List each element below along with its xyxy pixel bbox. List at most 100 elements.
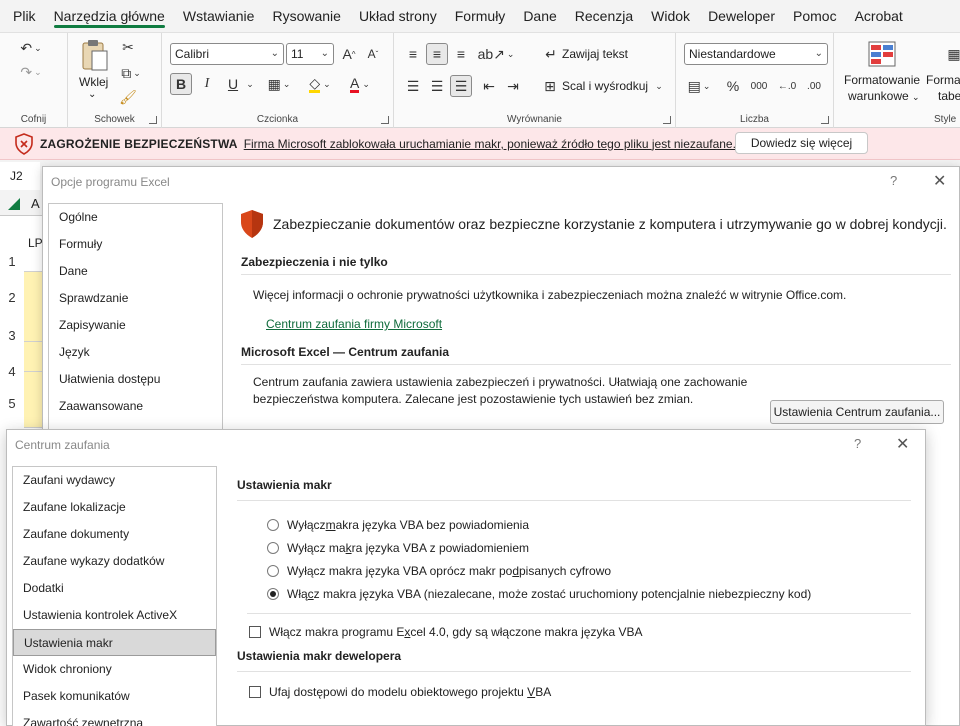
- underline-button[interactable]: U: [222, 73, 244, 95]
- alignment-launcher-icon[interactable]: [663, 116, 671, 124]
- increase-indent-icon[interactable]: ⇥: [502, 75, 524, 97]
- learn-more-button[interactable]: Dowiedz się więcej: [735, 132, 868, 154]
- wrap-text-label[interactable]: Zawijaj tekst: [562, 47, 628, 61]
- menu-tab-7[interactable]: Recenzja: [566, 0, 642, 32]
- trust-nav-item[interactable]: Dodatki: [13, 575, 216, 602]
- menu-tab-11[interactable]: Acrobat: [846, 0, 912, 32]
- conditional-formatting-icon[interactable]: [866, 39, 898, 69]
- column-a-header[interactable]: A: [31, 196, 40, 211]
- name-box[interactable]: J2: [0, 162, 40, 190]
- menu-tab-3[interactable]: Rysowanie: [263, 0, 349, 32]
- borders-icon[interactable]: ▦ ⌄: [264, 73, 294, 95]
- menu-tab-5[interactable]: Formuły: [446, 0, 515, 32]
- options-nav-item[interactable]: Formuły: [49, 231, 222, 258]
- trust-nav-item[interactable]: Zawartość zewnętrzna: [13, 710, 216, 726]
- excel4-macros-checkbox-row[interactable]: Włącz makra programu Excel 4.0, gdy są w…: [249, 620, 911, 643]
- wrap-text-icon[interactable]: ↵: [542, 43, 560, 65]
- format-table-label-2[interactable]: tabe: [938, 89, 960, 103]
- options-nav-item[interactable]: Zaawansowane: [49, 393, 222, 420]
- vba-access-checkbox[interactable]: [249, 685, 261, 698]
- bold-button[interactable]: B: [170, 73, 192, 95]
- menu-tab-2[interactable]: Wstawianie: [174, 0, 264, 32]
- fill-color-icon[interactable]: ◇ ⌄: [304, 73, 336, 95]
- macro-option-radio[interactable]: [267, 564, 279, 577]
- menu-tab-file[interactable]: Plik: [4, 0, 45, 32]
- paste-label[interactable]: Wklej: [79, 75, 108, 89]
- macro-option-radio[interactable]: [267, 518, 279, 531]
- close-icon[interactable]: ✕: [933, 171, 946, 191]
- menu-tab-6[interactable]: Dane: [514, 0, 565, 32]
- decrease-indent-icon[interactable]: ⇤: [478, 75, 500, 97]
- align-bottom-icon[interactable]: ≡: [450, 43, 472, 65]
- options-nav-item[interactable]: Sprawdzanie: [49, 285, 222, 312]
- increase-decimal-icon[interactable]: ←.0: [776, 75, 798, 97]
- row-header-1[interactable]: 1: [0, 254, 24, 269]
- row-header-4[interactable]: 4: [0, 364, 24, 379]
- options-nav-item[interactable]: Zapisywanie: [49, 312, 222, 339]
- redo-icon[interactable]: ↷ ⌄: [18, 61, 44, 83]
- macro-option-row[interactable]: Wyłącz makra języka VBA oprócz makr po d p…: [267, 559, 911, 582]
- font-name-combo[interactable]: Calibri ⌄: [170, 43, 284, 65]
- close-icon[interactable]: ✕: [896, 434, 909, 454]
- row-header-3[interactable]: 3: [0, 328, 24, 343]
- merge-center-icon[interactable]: ⊞: [540, 75, 560, 97]
- trust-nav-item[interactable]: Widok chroniony: [13, 656, 216, 683]
- conditional-formatting-label[interactable]: Formatowanie: [844, 73, 920, 87]
- trust-nav-item-macro-settings[interactable]: Ustawienia makr: [13, 629, 216, 656]
- paste-icon[interactable]: [78, 39, 112, 73]
- options-nav-item[interactable]: Dane: [49, 258, 222, 285]
- align-middle-icon[interactable]: ≡: [426, 43, 448, 65]
- security-warning-message-link[interactable]: Firma Microsoft zablokowała uruchamianie…: [244, 137, 736, 151]
- align-right-icon[interactable]: ☰: [450, 75, 472, 97]
- font-color-icon[interactable]: A ⌄: [344, 73, 376, 95]
- format-painter-icon[interactable]: 🖌: [118, 87, 138, 107]
- help-button[interactable]: ?: [890, 173, 897, 188]
- copy-icon[interactable]: ⧉ ⌄: [118, 63, 144, 83]
- chevron-down-icon[interactable]: ⌄: [652, 75, 666, 97]
- menu-tab-8[interactable]: Widok: [642, 0, 699, 32]
- trust-nav-item[interactable]: Zaufani wydawcy: [13, 467, 216, 494]
- trust-nav-item[interactable]: Zaufane wykazy dodatków: [13, 548, 216, 575]
- format-table-label[interactable]: Formatuj: [926, 73, 960, 87]
- menu-tab-1[interactable]: Narzędzia główne: [45, 0, 174, 32]
- trust-nav-item[interactable]: Pasek komunikatów: [13, 683, 216, 710]
- trust-center-settings-button[interactable]: Ustawienia Centrum zaufania...: [770, 400, 944, 424]
- font-launcher-icon[interactable]: [381, 116, 389, 124]
- microsoft-trust-center-link[interactable]: Centrum zaufania firmy Microsoft: [266, 317, 442, 331]
- clipboard-launcher-icon[interactable]: [149, 116, 157, 124]
- align-center-icon[interactable]: ☰: [426, 75, 448, 97]
- chevron-down-icon[interactable]: ⌄: [244, 73, 256, 95]
- decrease-decimal-icon[interactable]: .00: [802, 75, 826, 97]
- undo-icon[interactable]: ↶ ⌄: [18, 37, 44, 59]
- format-table-icon[interactable]: ▦: [944, 39, 960, 69]
- sheet-cell[interactable]: [24, 342, 44, 372]
- options-nav-item[interactable]: Ogólne: [49, 204, 222, 231]
- macro-option-row[interactable]: Wyłącz ma k ra języka VBA z powiadomieniem: [267, 536, 911, 559]
- row-header-5[interactable]: 5: [0, 396, 24, 411]
- menu-tab-10[interactable]: Pomoc: [784, 0, 846, 32]
- conditional-formatting-label-2[interactable]: warunkowe ⌄: [848, 89, 920, 103]
- merge-center-label[interactable]: Scal i wyśrodkuj: [562, 79, 648, 93]
- macro-option-radio[interactable]: [267, 587, 279, 600]
- align-top-icon[interactable]: ≡: [402, 43, 424, 65]
- options-nav-item[interactable]: Ułatwienia dostępu: [49, 366, 222, 393]
- menu-tab-4[interactable]: Układ strony: [350, 0, 446, 32]
- macro-option-row[interactable]: Wyłącz m akra języka VBA bez powiadomieni…: [267, 513, 911, 536]
- trust-nav-item[interactable]: Zaufane dokumenty: [13, 521, 216, 548]
- macro-option-radio[interactable]: [267, 541, 279, 554]
- font-size-combo[interactable]: 11 ⌄: [286, 43, 334, 65]
- number-launcher-icon[interactable]: [821, 116, 829, 124]
- help-button[interactable]: ?: [854, 436, 861, 451]
- menu-tab-9[interactable]: Deweloper: [699, 0, 784, 32]
- decrease-font-icon[interactable]: Aˇ: [362, 43, 384, 65]
- paste-dropdown-icon[interactable]: ⌄: [88, 89, 96, 100]
- percent-icon[interactable]: %: [722, 75, 744, 97]
- row-header-2[interactable]: 2: [0, 290, 24, 305]
- number-format-combo[interactable]: Niestandardowe ⌄: [684, 43, 828, 65]
- italic-button[interactable]: I: [196, 73, 218, 95]
- currency-icon[interactable]: ▤ ⌄: [684, 75, 714, 97]
- options-nav-item[interactable]: Język: [49, 339, 222, 366]
- thousands-separator-button[interactable]: 000: [746, 75, 772, 97]
- cut-icon[interactable]: ✂: [118, 37, 138, 57]
- vba-access-checkbox-row[interactable]: Ufaj dostępowi do modelu obiektowego pro…: [249, 680, 911, 703]
